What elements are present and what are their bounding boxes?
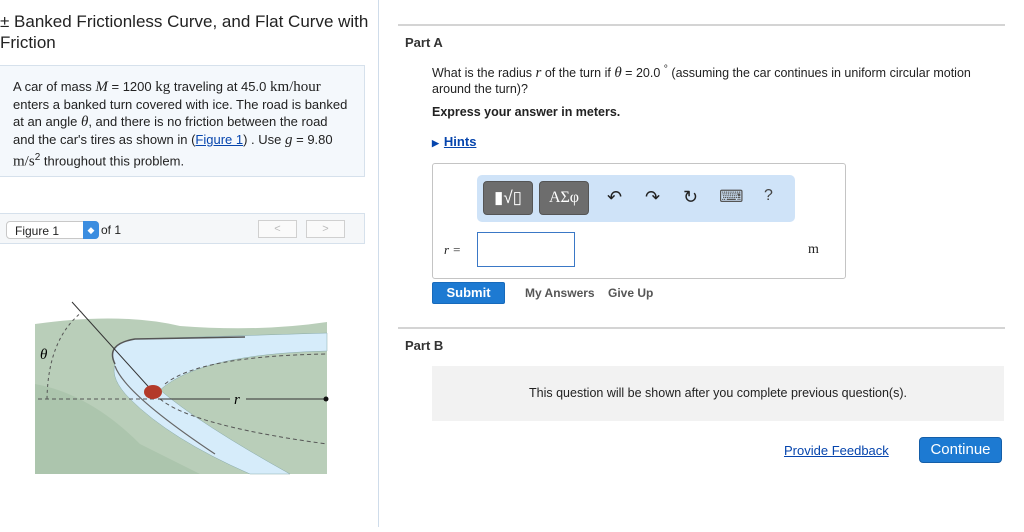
part-b-locked-message: This question will be shown after you co…: [432, 366, 1004, 421]
text: traveling at 45.0: [170, 79, 270, 94]
templates-button[interactable]: ▮√▯: [483, 181, 533, 215]
text: of the turn if: [541, 66, 615, 81]
part-b-header: Part B: [405, 338, 444, 353]
math-toolbar: ▮√▯ ΑΣφ ↶ ↷ ↻ ⌨ ?: [477, 175, 795, 222]
banked-curve-illustration: θ r: [35, 301, 329, 475]
text: throughout this problem.: [40, 153, 185, 169]
answer-unit: m: [808, 242, 819, 257]
text: = 9.80: [292, 132, 333, 147]
unit-kmh: km/hour: [269, 79, 321, 95]
var-g: g: [285, 132, 293, 148]
r-label: r: [234, 392, 240, 408]
help-icon[interactable]: ?: [764, 187, 773, 205]
figure-select-value: Figure 1: [15, 224, 60, 238]
left-panel: ± Banked Frictionless Curve, and Flat Cu…: [0, 0, 379, 527]
divider: [398, 24, 1005, 26]
var-m: M: [95, 79, 108, 95]
divider: [398, 327, 1005, 329]
greek-symbols-button[interactable]: ΑΣφ: [539, 181, 589, 215]
continue-button[interactable]: Continue: [919, 437, 1002, 463]
answer-variable-label: r =: [444, 242, 462, 257]
figure-banked-curve: θ r: [0, 244, 365, 527]
chevron-updown-icon: ◆: [83, 221, 99, 239]
hints-toggle[interactable]: ▶ Hints: [432, 134, 476, 149]
var-theta: θ: [614, 65, 622, 82]
figure-link[interactable]: Figure 1: [195, 132, 243, 147]
part-a-question: What is the radius r of the turn if θ = …: [432, 62, 992, 97]
text: = 20.0: [621, 66, 664, 81]
radius-answer-input[interactable]: [477, 232, 575, 267]
reset-icon[interactable]: ↻: [683, 187, 698, 208]
theta-label: θ: [40, 347, 48, 363]
prev-figure-button[interactable]: <: [258, 220, 297, 238]
keyboard-icon[interactable]: ⌨: [719, 187, 744, 207]
caret-right-icon: ▶: [432, 138, 439, 148]
redo-icon[interactable]: ↷: [645, 187, 660, 208]
figure-select[interactable]: Figure 1 ◆: [6, 221, 99, 239]
undo-icon[interactable]: ↶: [607, 187, 622, 208]
text: = 1200: [107, 79, 156, 94]
submit-button[interactable]: Submit: [432, 282, 505, 304]
answer-box: ▮√▯ ΑΣφ ↶ ↷ ↻ ⌨ ? r = m: [432, 163, 846, 279]
give-up-button[interactable]: Give Up: [608, 286, 653, 300]
figure-toolbar: Figure 1 ◆ of 1 < >: [0, 213, 365, 244]
answer-instruction: Express your answer in meters.: [432, 105, 621, 119]
figure-count: of 1: [101, 223, 122, 237]
hints-link[interactable]: Hints: [444, 134, 477, 149]
my-answers-button[interactable]: My Answers: [525, 286, 595, 300]
text: A car of mass: [13, 79, 96, 94]
problem-statement: A car of mass M = 1200 kg traveling at 4…: [0, 65, 365, 177]
text: ) . Use: [243, 132, 286, 147]
unit-ms: m/s: [13, 153, 35, 170]
text: What is the radius: [432, 66, 536, 81]
unit-kg: kg: [155, 79, 171, 95]
problem-title: ± Banked Frictionless Curve, and Flat Cu…: [0, 12, 369, 52]
provide-feedback-link[interactable]: Provide Feedback: [784, 443, 889, 458]
part-a-header: Part A: [405, 35, 443, 50]
next-figure-button[interactable]: >: [306, 220, 345, 238]
